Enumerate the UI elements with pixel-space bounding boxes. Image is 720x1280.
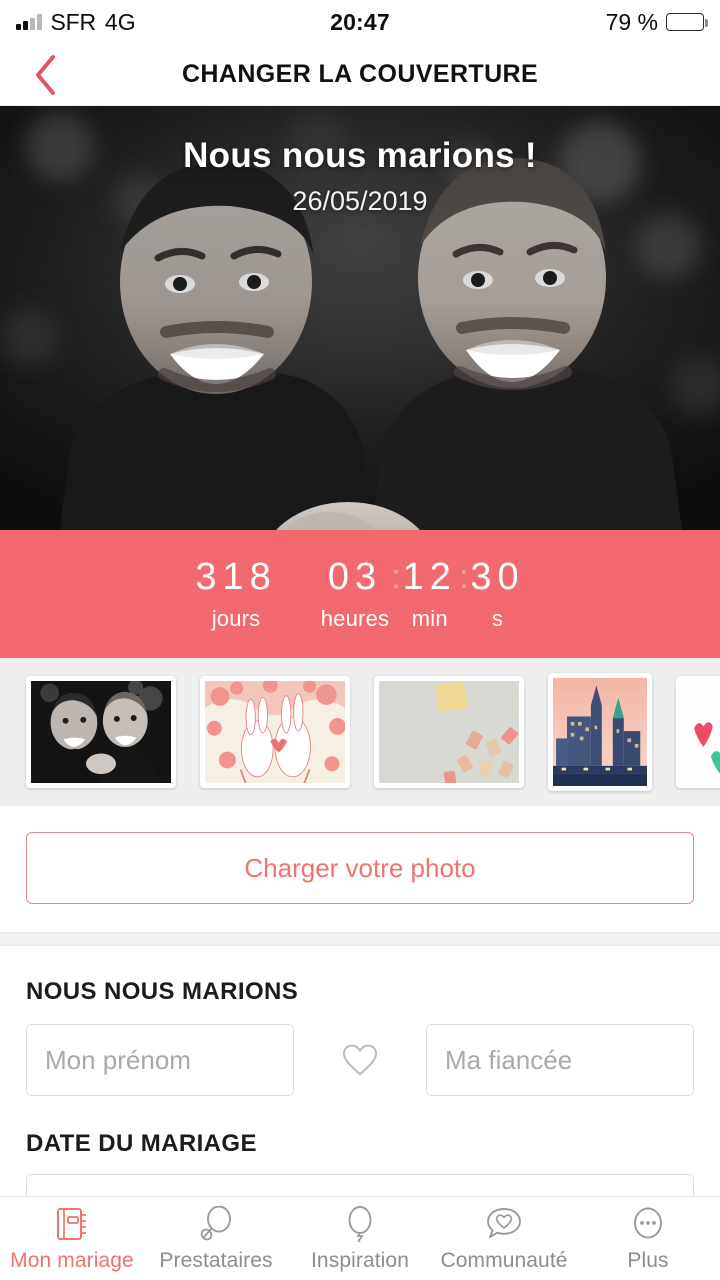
couple-section-label: NOUS NOUS MARIONS xyxy=(26,978,299,1005)
first-name-input[interactable] xyxy=(26,1024,294,1096)
countdown-hours: 03 heures xyxy=(321,556,389,632)
tab-inspiration[interactable]: Inspiration xyxy=(288,1197,432,1280)
navigation-bar: CHANGER LA COUVERTURE xyxy=(0,44,720,106)
countdown-hours-value: 03 xyxy=(327,556,383,599)
ellipsis-circle-icon xyxy=(631,1204,665,1244)
couple-photo-thumbnail-image xyxy=(31,681,171,783)
countdown-days-value: 318 xyxy=(195,556,277,599)
signal-strength-icon xyxy=(16,14,42,30)
tab-label-plus: Plus xyxy=(627,1249,669,1272)
countdown-seconds-label: s xyxy=(491,605,504,631)
hero-title: Nous nous marions ! xyxy=(183,136,537,175)
countdown-bar: 318 jours 03 heures : 12 min : 30 s xyxy=(0,530,720,658)
tab-mon-mariage[interactable]: Mon mariage xyxy=(0,1197,144,1280)
upload-photo-button[interactable]: Charger votre photo xyxy=(26,832,694,904)
status-bar: SFR 4G 20:47 79 % xyxy=(0,0,720,44)
confetti-thumbnail[interactable] xyxy=(374,676,524,788)
city-skyline-thumbnail-image xyxy=(553,678,647,786)
hero-wedding-date: 26/05/2019 xyxy=(292,186,428,216)
bottom-tab-bar: Mon mariage Prestataires Inspiration Com… xyxy=(0,1196,720,1280)
network-type-label: 4G xyxy=(104,8,136,35)
battery-icon xyxy=(666,13,708,31)
countdown-minutes: 12 min xyxy=(403,556,457,632)
heart-separator xyxy=(294,1042,426,1078)
tab-label-mon-mariage: Mon mariage xyxy=(10,1249,134,1272)
bunnies-illustration-thumbnail-image xyxy=(205,681,345,783)
app-screen: SFR 4G 20:47 79 % CHANGER LA COUVERTURE xyxy=(0,0,720,1280)
couple-names-row xyxy=(26,1024,694,1096)
city-skyline-thumbnail[interactable] xyxy=(548,673,652,791)
speech-bubble-heart-icon xyxy=(485,1204,523,1244)
partner-name-input[interactable] xyxy=(426,1024,694,1096)
countdown-seconds: 30 s xyxy=(470,556,524,632)
cover-photo-hero[interactable]: Nous nous marions ! 26/05/2019 xyxy=(0,106,720,530)
battery-percent-label: 79 % xyxy=(605,8,658,35)
status-bar-right: 79 % xyxy=(605,8,708,36)
bunnies-illustration-thumbnail[interactable] xyxy=(200,676,350,788)
tab-label-inspiration: Inspiration xyxy=(311,1249,409,1272)
countdown-hours-label: heures xyxy=(320,605,390,631)
tab-label-communaute: Communauté xyxy=(440,1249,568,1272)
section-divider xyxy=(0,932,720,946)
balloon-icon xyxy=(343,1204,377,1244)
date-section-label: DATE DU MARIAGE xyxy=(26,1130,257,1157)
countdown-days: 318 jours xyxy=(195,556,276,632)
countdown-separator-2: : xyxy=(458,558,469,597)
countdown-inner: 318 jours 03 heures : 12 min : 30 s xyxy=(195,556,524,632)
countdown-seconds-value: 30 xyxy=(470,556,525,599)
tab-label-prestataires: Prestataires xyxy=(159,1249,273,1272)
page-title: CHANGER LA COUVERTURE xyxy=(181,60,539,88)
chevron-left-icon xyxy=(36,54,55,95)
carrier-label: SFR xyxy=(50,8,97,35)
tab-prestataires[interactable]: Prestataires xyxy=(144,1197,288,1280)
cover-thumbnail-strip[interactable] xyxy=(0,658,720,806)
notebook-icon xyxy=(55,1204,89,1244)
tab-plus[interactable]: Plus xyxy=(576,1197,720,1280)
magnifier-icon xyxy=(199,1204,233,1244)
confetti-thumbnail-image xyxy=(379,681,519,783)
countdown-separator-1: : xyxy=(391,558,401,597)
countdown-minutes-value: 12 xyxy=(402,556,457,599)
status-bar-left: SFR 4G xyxy=(16,9,136,36)
couple-photo-thumbnail[interactable] xyxy=(26,676,176,788)
countdown-days-label: jours xyxy=(211,605,261,631)
upload-section: Charger votre photo xyxy=(0,806,720,932)
colorful-hearts-thumbnail-image xyxy=(681,681,720,783)
heart-outline-icon xyxy=(342,1044,378,1076)
hero-text-block: Nous nous marions ! 26/05/2019 xyxy=(0,136,720,217)
countdown-minutes-label: min xyxy=(411,605,448,631)
tab-communaute[interactable]: Communauté xyxy=(432,1197,576,1280)
colorful-hearts-thumbnail[interactable] xyxy=(676,676,720,788)
back-button[interactable] xyxy=(22,52,68,98)
